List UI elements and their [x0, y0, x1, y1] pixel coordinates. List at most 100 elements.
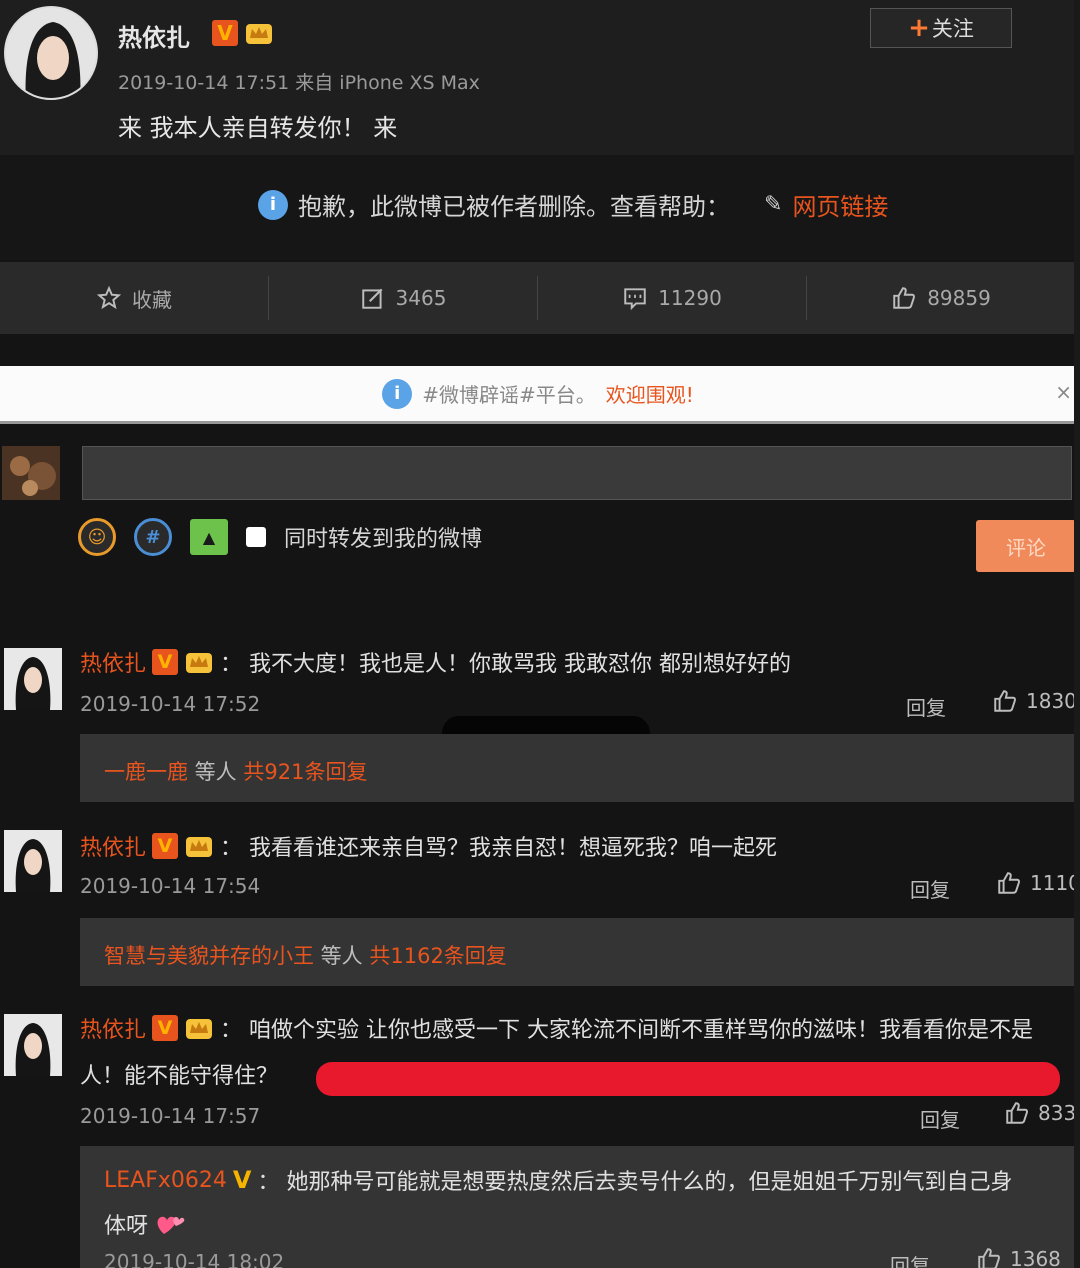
submit-comment-button[interactable]: 评论: [976, 520, 1076, 572]
favorite-button[interactable]: 收藏: [0, 276, 269, 320]
link-icon: ✎: [764, 192, 783, 217]
author-avatar[interactable]: [4, 6, 98, 100]
comment-like-count: 1110: [1030, 871, 1080, 895]
star-icon: [96, 285, 122, 310]
nested-reply-author[interactable]: LEAFx0624: [104, 1168, 227, 1193]
image-icon[interactable]: ▲: [190, 519, 228, 555]
thumbs-up-icon: [893, 287, 916, 309]
post-meta: 2019-10-14 17:51 来自 iPhone XS Max: [118, 68, 480, 95]
reply-button[interactable]: 回复: [890, 1250, 930, 1268]
replies-mid: 等人: [188, 760, 244, 784]
banner-welcome: 欢迎围观!: [605, 383, 694, 407]
info-icon: i: [382, 378, 413, 409]
comment-text-continued: 人！能不能守得住？: [80, 1064, 279, 1089]
comment-text: ： 咱做个实验 让你也感受一下 大家轮流不间断不重样骂你的滋味！我看看你是不是: [220, 1018, 1033, 1043]
verified-v-icon: V: [212, 20, 238, 46]
comment-text: ： 我不大度！我也是人！你敢骂我 我敢怼你 都别想好好的: [220, 652, 791, 677]
close-icon[interactable]: ×: [1055, 380, 1072, 404]
comment-time: 2019-10-14 17:57: [80, 1104, 261, 1128]
comment-button[interactable]: 11290: [538, 276, 807, 320]
hashtag-banner: i #微博辟谣#平台。 欢迎围观! ×: [0, 366, 1076, 424]
verified-v-icon: V: [152, 649, 179, 675]
comment-avatar[interactable]: [4, 830, 62, 892]
nested-reply-time: 2019-10-14 18:02: [104, 1250, 285, 1268]
deleted-notice-text: 抱歉，此微博已被作者删除。查看帮助：: [298, 193, 730, 221]
comment-avatar[interactable]: [4, 1014, 62, 1076]
replies-count: 共1162条回复: [369, 944, 507, 968]
comment-like-button[interactable]: 1110: [996, 870, 1080, 896]
repost-count: 3465: [395, 286, 447, 310]
replies-mid: 等人: [314, 944, 370, 968]
plus-icon: +: [908, 13, 930, 43]
topic-icon[interactable]: #: [134, 518, 172, 556]
nested-reply-like-button[interactable]: 1368: [976, 1246, 1061, 1268]
post-text: 来 我本人亲自转发你！ 来: [118, 114, 398, 142]
replies-summary[interactable]: 智慧与美貌并存的小王 等人 共1162条回复: [104, 940, 507, 970]
avatar-image: [4, 1014, 62, 1076]
comment-author[interactable]: 热依扎: [80, 830, 146, 862]
repost-icon: [361, 288, 382, 309]
replies-count: 共921条回复: [243, 760, 368, 784]
verified-v-icon: V: [232, 1166, 252, 1194]
repost-button[interactable]: 3465: [269, 276, 538, 320]
crown-icon: [186, 1019, 213, 1039]
comment-line-continued: 人！能不能守得住？: [80, 1058, 278, 1090]
emoji-icon[interactable]: ☺: [78, 518, 116, 556]
comment-line: 热依扎 V ： 咱做个实验 让你也感受一下 大家轮流不间断不重样骂你的滋味！我看…: [80, 1012, 1075, 1044]
banner-hashtag[interactable]: #微博辟谣#平台。: [422, 379, 596, 408]
comment-avatar[interactable]: [4, 648, 62, 710]
comment-author[interactable]: 热依扎: [80, 646, 146, 678]
like-button[interactable]: 89859: [807, 276, 1075, 320]
deleted-notice: i 抱歉，此微博已被作者删除。查看帮助： ✎ 网页链接: [258, 187, 888, 222]
redaction-red: [316, 1062, 1060, 1096]
follow-label: 关注: [931, 17, 974, 41]
crown-icon: [186, 653, 213, 673]
thumbs-up-icon: [994, 690, 1016, 712]
forward-label: 同时转发到我的微博: [284, 527, 483, 552]
comment-line: 热依扎 V ： 我看看谁还来亲自骂？我亲自怼！想逼死我？咱一起死: [80, 830, 777, 862]
comment-like-button[interactable]: 833: [1004, 1100, 1076, 1126]
favorite-label: 收藏: [132, 287, 172, 312]
author-name[interactable]: 热依扎: [118, 18, 190, 53]
nested-reply-text: ： 她那种号可能就是想要热度然后去卖号什么的，但是姐姐千万别气到自己身: [257, 1170, 1013, 1195]
comment-like-button[interactable]: 1830: [992, 688, 1077, 714]
nested-reply-text-continued: 体呀: [104, 1214, 149, 1239]
help-link[interactable]: 网页链接: [792, 187, 888, 222]
scrollbar[interactable]: [1074, 0, 1080, 1268]
nested-reply-line-continued: 体呀: [104, 1208, 186, 1240]
thumbs-up-icon: [1006, 1102, 1028, 1124]
avatar-image: [2, 446, 60, 500]
comment-author[interactable]: 热依扎: [80, 1012, 146, 1044]
replies-user: 一鹿一鹿: [104, 760, 188, 784]
comment-icon: [624, 288, 646, 311]
comment-line: 热依扎 V ： 我不大度！我也是人！你敢骂我 我敢怼你 都别想好好的: [80, 646, 791, 678]
hearts-emoji-icon: [157, 1216, 185, 1234]
follow-button[interactable]: + 关注: [870, 8, 1012, 48]
verified-v-icon: V: [152, 1015, 179, 1041]
crown-icon: [186, 837, 213, 857]
crown-icon: [246, 24, 272, 44]
reply-button[interactable]: 回复: [906, 692, 946, 721]
comment-time: 2019-10-14 17:52: [80, 692, 261, 716]
post-source: 来自 iPhone XS Max: [295, 72, 480, 94]
verified-v-icon: V: [152, 833, 179, 859]
nested-reply-like-count: 1368: [1010, 1247, 1061, 1268]
replies-summary[interactable]: 一鹿一鹿 等人 共921条回复: [104, 756, 367, 786]
like-count: 89859: [927, 286, 991, 310]
nested-reply-line: LEAFx0624 V ： 她那种号可能就是想要热度然后去卖号什么的，但是姐姐千…: [104, 1164, 1074, 1196]
author-badges: V: [212, 20, 274, 46]
post-timestamp: 2019-10-14 17:51: [118, 72, 290, 94]
replies-user: 智慧与美貌并存的小王: [104, 944, 314, 968]
avatar-image: [4, 648, 62, 710]
comment-time: 2019-10-14 17:54: [80, 874, 261, 898]
my-avatar: [2, 446, 60, 500]
info-icon: i: [258, 189, 288, 220]
reply-button[interactable]: 回复: [910, 874, 950, 903]
avatar-image: [4, 830, 62, 892]
comment-like-count: 833: [1038, 1101, 1077, 1125]
reply-button[interactable]: 回复: [920, 1104, 960, 1133]
compose-toolbar: ☺ # ▲ 同时转发到我的微博: [78, 518, 482, 556]
comment-input[interactable]: [82, 446, 1072, 500]
thumbs-up-icon: [978, 1248, 1000, 1268]
forward-checkbox[interactable]: [246, 527, 266, 547]
